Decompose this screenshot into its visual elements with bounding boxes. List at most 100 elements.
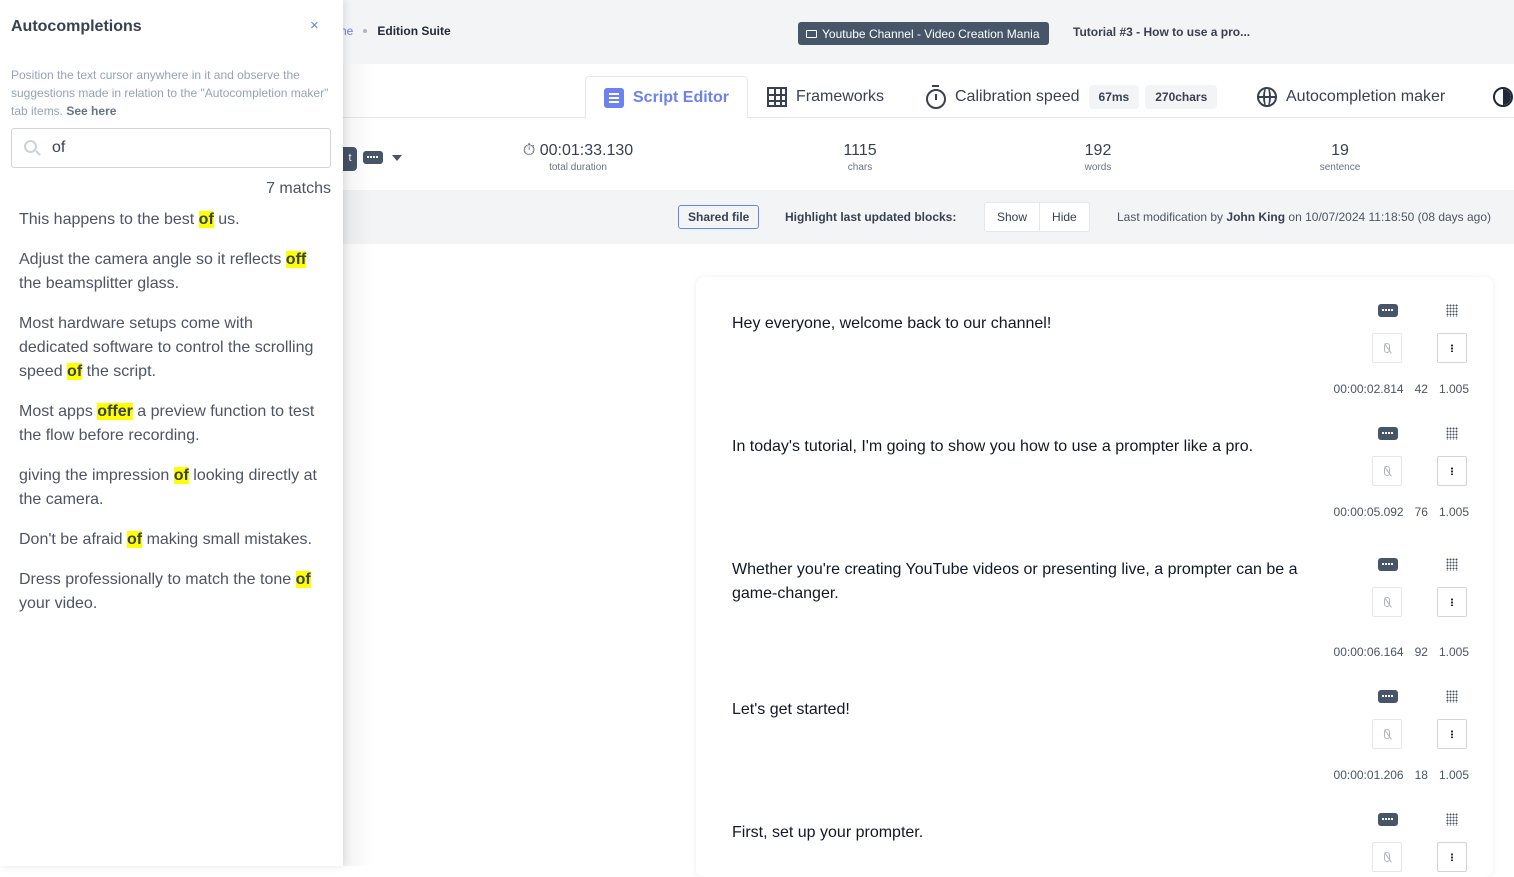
close-icon[interactable]: × [310,17,319,34]
drag-handle-icon[interactable] [1446,690,1458,703]
block-type-icon[interactable] [1378,304,1398,317]
more-vertical-icon [1451,853,1453,861]
show-button[interactable]: Show [985,203,1039,231]
suggestion-text: the script. [82,363,156,380]
match-highlight: of [295,571,311,588]
more-button[interactable] [1437,842,1467,872]
search-input[interactable] [52,137,322,159]
stat-chars: 1115 chars [820,142,900,173]
info-bar: Shared file Highlight last updated block… [343,190,1514,244]
more-button[interactable] [1437,456,1467,486]
search-box [11,128,331,168]
stat-value: 192 [1084,142,1112,159]
block-type-icon[interactable] [1378,813,1398,826]
block-duration: 00:00:02.814 [1333,382,1404,396]
suggestion-item[interactable]: This happens to the best of us. [19,208,324,232]
contrast-icon [1493,87,1513,107]
suggestion-text: Adjust the camera angle so it reflects [19,251,286,268]
suggestion-item[interactable]: Most hardware setups come with dedicated… [19,312,324,384]
block-text[interactable]: Hey everyone, welcome back to our channe… [732,312,1327,336]
tab-autocompletion-maker[interactable]: Autocompletion maker [1257,76,1445,118]
block-text[interactable]: First, set up your prompter. [732,821,1327,845]
tab-script-editor[interactable]: Script Editor [585,76,748,119]
mic-off-icon [1384,597,1390,607]
drag-handle-icon[interactable] [1446,427,1458,440]
mute-button[interactable] [1372,587,1402,617]
match-highlight: of [198,211,214,228]
more-vertical-icon [1451,730,1453,738]
block-chars: 92 [1414,645,1428,659]
stat-value: 19 [1331,142,1349,159]
stat-duration: ⏱ 00:01:33.130 total duration [518,142,638,173]
mute-button[interactable] [1372,456,1402,486]
folder-icon [806,29,817,38]
block-duration: 00:00:01.206 [1333,768,1404,782]
description-text: Position the text cursor anywhere in it … [11,68,329,118]
match-highlight: of [127,531,143,548]
see-here-link[interactable]: See here [66,104,116,118]
block-text[interactable]: In today's tutorial, I'm going to show y… [732,435,1327,459]
tab-frameworks[interactable]: Frameworks [767,76,884,118]
suggestion-item[interactable]: Dress professionally to match the tone o… [19,568,324,616]
mute-button[interactable] [1372,719,1402,749]
document-icon [604,87,624,108]
drag-handle-icon[interactable] [1446,558,1458,571]
block-text[interactable]: Whether you're creating YouTube videos o… [732,558,1327,606]
suggestion-text: us. [213,211,240,228]
suggestion-text: your video. [19,595,98,612]
stat-words: 192 words [1058,142,1138,173]
block-type-icon[interactable] [1378,427,1398,440]
tab-calibration-speed[interactable]: Calibration speed 67ms 270chars [926,76,1218,118]
mute-button[interactable] [1372,333,1402,363]
suggestion-item[interactable]: Most apps offer a preview function to te… [19,400,324,448]
hide-button[interactable]: Hide [1039,203,1089,231]
more-button[interactable] [1437,333,1467,363]
shared-file-button[interactable]: Shared file [678,205,760,229]
stopwatch-icon [926,84,946,109]
block-chars: 42 [1414,382,1428,396]
tab-label: Script Editor [633,88,730,106]
drag-handle-icon[interactable] [1446,813,1458,826]
suggestion-text: Dress professionally to match the tone [19,571,296,588]
tab-theme[interactable] [1493,76,1513,118]
drag-handle-icon[interactable] [1446,304,1458,317]
highlight-toggle: Show Hide [984,202,1090,232]
suggestion-item[interactable]: giving the impression of looking directl… [19,464,324,512]
block-meta: 00:00:01.206 18 1.005 [1334,768,1469,782]
block-speed: 1.005 [1438,768,1469,782]
project-name: Youtube Channel - Video Creation Mania [822,26,1040,41]
more-button[interactable] [1437,587,1467,617]
block-duration: 00:00:05.092 [1333,505,1404,519]
project-badge[interactable]: Youtube Channel - Video Creation Mania [798,22,1049,45]
block-speed: 1.005 [1438,382,1469,396]
suggestion-item[interactable]: Don't be afraid of making small mistakes… [19,528,324,552]
suggestion-item[interactable]: Adjust the camera angle so it reflects o… [19,248,324,296]
panel-description: Position the text cursor anywhere in it … [11,66,331,120]
tab-label: Frameworks [796,88,885,105]
match-count: 7 matchs [266,180,331,197]
more-button[interactable] [1437,719,1467,749]
match-highlight: of [67,363,83,380]
breadcrumb: ne Edition Suite [340,24,451,38]
stat-label: words [1084,162,1112,173]
more-vertical-icon [1451,344,1453,352]
block-meta: 00:00:05.092 76 1.005 [1334,505,1469,519]
suggestion-text: making small mistakes. [142,531,312,548]
mic-off-icon [1384,852,1390,862]
lastmod-user: John King [1226,210,1286,224]
tab-label: Autocompletion maker [1286,88,1446,105]
block-type-icon[interactable] [1378,558,1398,571]
block-text[interactable]: Let's get started! [732,698,1327,722]
block-meta: 00:00:06.164 92 1.005 [1334,645,1469,659]
suggestion-text: This happens to the best [19,211,199,228]
block-type-icon[interactable] [1378,690,1398,703]
lastmod-suffix: on 10/07/2024 11:18:50 (08 days ago) [1288,210,1492,224]
stat-label: total duration [549,162,607,173]
stat-value: 1115 [843,142,877,159]
block-chars: 18 [1414,768,1428,782]
chevron-down-icon[interactable] [392,155,402,161]
mute-button[interactable] [1372,842,1402,872]
more-vertical-icon [1451,598,1453,606]
block-duration: 00:00:06.164 [1333,645,1404,659]
mic-off-icon [1384,343,1390,353]
